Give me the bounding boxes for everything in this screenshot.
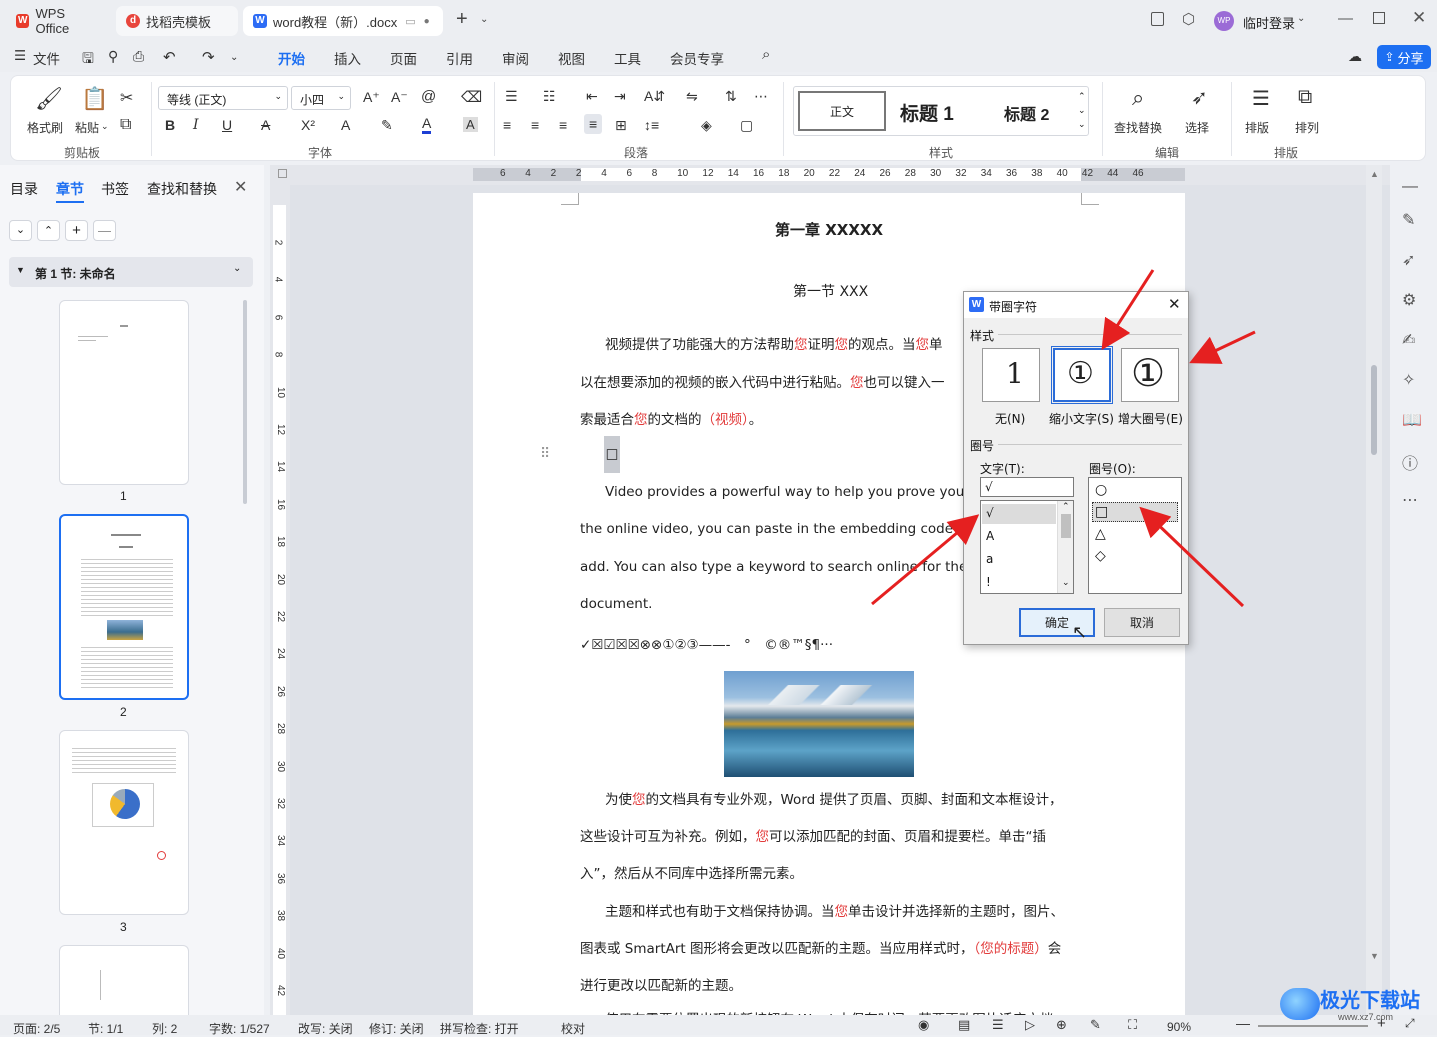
arrow-text-list bbox=[871, 514, 980, 606]
web-view-icon[interactable]: ⊕ bbox=[1056, 1017, 1067, 1033]
word-count[interactable]: 字数: 1/527 bbox=[209, 1020, 270, 1037]
proofread-button[interactable]: 校对 bbox=[561, 1020, 585, 1037]
annotation-arrows bbox=[871, 269, 1256, 608]
revision-status[interactable]: 修订: 关闭 bbox=[369, 1020, 424, 1037]
section-indicator[interactable]: 节: 1/1 bbox=[88, 1020, 123, 1037]
page-view-icon[interactable]: ▤ bbox=[958, 1017, 970, 1033]
zoom-out-icon[interactable]: — bbox=[1236, 1015, 1250, 1031]
spellcheck-status[interactable]: 拼写检查: 打开 bbox=[440, 1020, 519, 1037]
watermark-logo: 极光下载站 www.xz7.com bbox=[1280, 980, 1430, 1030]
fit-page-icon[interactable]: ⛶ bbox=[1128, 1017, 1137, 1033]
eye-icon[interactable]: ◉ bbox=[918, 1017, 929, 1033]
arrow-square-option bbox=[1139, 506, 1245, 608]
arrow-enlarge-style bbox=[1189, 330, 1256, 364]
status-bar: 页面: 2/5 节: 1/1 列: 2 字数: 1/527 改写: 关闭 修订:… bbox=[0, 1015, 1437, 1037]
watermark-url: www.xz7.com bbox=[1338, 1012, 1394, 1022]
outline-view-icon[interactable]: ☰ bbox=[992, 1017, 1004, 1033]
watermark-text: 极光下载站 bbox=[1320, 988, 1420, 1012]
column-indicator[interactable]: 列: 2 bbox=[152, 1020, 177, 1037]
play-icon[interactable]: ▷ bbox=[1025, 1017, 1035, 1033]
pen-icon[interactable]: ✎ bbox=[1090, 1017, 1101, 1033]
overtype-status[interactable]: 改写: 关闭 bbox=[298, 1020, 353, 1037]
page-indicator[interactable]: 页面: 2/5 bbox=[13, 1020, 60, 1037]
zoom-level[interactable]: 90% bbox=[1167, 1020, 1191, 1034]
watermark-swirl-icon bbox=[1280, 988, 1320, 1020]
arrow-shrink-style bbox=[1101, 269, 1155, 351]
